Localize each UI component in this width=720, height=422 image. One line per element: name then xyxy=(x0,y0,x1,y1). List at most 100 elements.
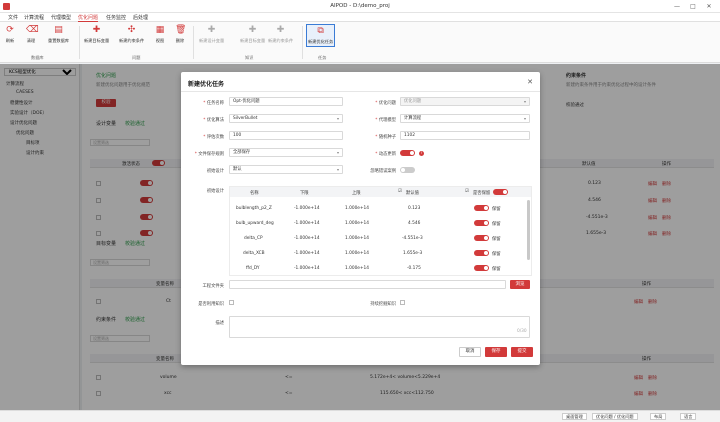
refresh-button[interactable]: ⟳ 刷新 xyxy=(5,25,15,44)
use-knowledge-checkbox[interactable] xyxy=(229,300,234,305)
save-rule-select[interactable]: 全部保存 ▾ xyxy=(229,148,343,157)
keep-label: 保留 xyxy=(492,237,501,242)
header-checkbox[interactable]: ☑ xyxy=(398,189,402,194)
param-name: bulb_upward_deg xyxy=(236,221,274,226)
view-button[interactable]: ▦ 视图 xyxy=(155,25,165,44)
save-button[interactable]: 保存 xyxy=(485,347,507,357)
task-name-input[interactable]: Opt-优化问题 xyxy=(229,97,343,106)
group-label-database: 数据库 xyxy=(31,55,44,60)
dialog-divider xyxy=(181,91,540,92)
ribbon-separator xyxy=(193,26,194,59)
keep-toggle[interactable] xyxy=(474,220,489,226)
new-constraint-button[interactable]: ✣ 新建约束条件 xyxy=(119,25,144,44)
plus-icon: ✚ xyxy=(92,25,101,35)
keep-toggle[interactable] xyxy=(474,235,489,241)
surrogate-label: * 代理模型 xyxy=(375,118,396,123)
col-name: 名称 xyxy=(250,191,259,196)
keep-label: 保留 xyxy=(492,222,501,227)
param-lower: -1.000e+14 xyxy=(294,221,320,226)
keep-all-toggle[interactable] xyxy=(493,189,508,195)
seed-label: * 随机种子 xyxy=(375,135,396,140)
param-name: ffd_DY xyxy=(246,266,260,271)
algo-select[interactable]: SilverBullet ▾ xyxy=(229,114,343,123)
menu-surrogate[interactable]: 代理模型 xyxy=(51,14,71,21)
param-name: delta_XCB xyxy=(243,251,265,256)
keep-label: 保留 xyxy=(492,267,501,272)
header-keep-checkbox[interactable]: ☑ xyxy=(465,189,469,194)
plus-icon: ✚ xyxy=(276,25,285,35)
new-opt-task-button[interactable]: ⧉ 新建优化任务 xyxy=(306,24,336,47)
ribbon-separator xyxy=(302,26,303,59)
init-design-table-label: 初始设计 xyxy=(206,189,224,194)
delete-button[interactable]: 🗑 删除 xyxy=(175,25,186,44)
plus-icon: ✚ xyxy=(207,25,216,35)
menu-workflow[interactable]: 计算流程 xyxy=(24,14,44,21)
table-scrollbar[interactable] xyxy=(527,200,530,260)
database-icon: ▤ xyxy=(54,25,63,35)
param-lower: -1.000e+14 xyxy=(294,236,320,241)
param-default: -4.551e-3 xyxy=(402,236,423,241)
minimize-icon[interactable]: — xyxy=(672,2,682,11)
new-objective-button[interactable]: ✚ 新建目标变量 xyxy=(84,25,109,44)
close-icon[interactable]: ✕ xyxy=(527,78,533,86)
workdir-input[interactable] xyxy=(229,280,506,289)
col-default: 默认值 xyxy=(406,191,419,196)
menu-optimization[interactable]: 优化问题 xyxy=(78,14,99,22)
description-textarea[interactable] xyxy=(229,316,530,338)
algo-label: * 优化算法 xyxy=(203,118,224,123)
cancel-button[interactable]: 取消 xyxy=(459,347,481,357)
keep-toggle[interactable] xyxy=(474,250,489,256)
surrogate-select[interactable]: 计算流程 ▾ xyxy=(400,114,530,123)
language-button[interactable]: 语言 xyxy=(680,413,697,420)
constraint-icon: ✣ xyxy=(127,25,136,35)
group-label-knowledge: 知识 xyxy=(245,55,254,60)
col-keep: 是否保留 xyxy=(473,191,491,196)
keep-toggle[interactable] xyxy=(474,265,489,271)
task-name-label: * 任务名称 xyxy=(203,101,224,106)
param-name: bulblength_p2_Z xyxy=(236,206,272,211)
reset-db-button[interactable]: ▤ 重置数据库 xyxy=(48,25,69,44)
submit-button[interactable]: 提交 xyxy=(511,347,533,357)
keep-label: 保留 xyxy=(492,252,501,257)
init-design-select[interactable]: 默认 ▾ xyxy=(229,165,343,174)
clean-button[interactable]: ⌫ 清理 xyxy=(26,25,39,44)
ignore-error-toggle[interactable] xyxy=(400,167,415,173)
problem-select[interactable]: 优化问题 ▾ xyxy=(400,97,530,106)
ignore-error-label: 忽略错误案例 xyxy=(370,169,396,174)
param-upper: 1.000e+14 xyxy=(345,266,370,271)
browse-button[interactable]: 浏览 xyxy=(510,280,530,289)
description-counter: 0/30 xyxy=(517,329,527,334)
maximize-icon[interactable]: □ xyxy=(688,2,698,11)
info-icon[interactable]: ! xyxy=(419,151,424,156)
desktop-manager-button[interactable]: 桌面管理 xyxy=(562,413,587,420)
keep-toggle[interactable] xyxy=(474,205,489,211)
description-label: 描述 xyxy=(215,321,224,326)
menu-file[interactable]: 文件 xyxy=(8,14,18,21)
dynamic-update-label: * 动态更新 xyxy=(375,152,396,157)
keep-label: 保留 xyxy=(492,207,501,212)
param-lower: -1.000e+14 xyxy=(294,251,320,256)
breadcrumb-button[interactable]: 优化问题 / 优化问题 xyxy=(592,413,638,420)
chevron-down-icon: ▾ xyxy=(336,167,339,172)
seed-input[interactable]: 1102 xyxy=(400,131,530,140)
new-constraint-cond-button[interactable]: ✚ 新建约束条件 xyxy=(268,25,293,44)
new-design-var-button[interactable]: ✚ 新建设计变量 xyxy=(199,25,224,44)
chevron-down-icon: ▾ xyxy=(523,116,526,121)
layout-button[interactable]: 布局 xyxy=(650,413,667,420)
menu-task-monitor[interactable]: 任务监控 xyxy=(106,14,126,21)
chevron-down-icon: ▾ xyxy=(336,150,339,155)
param-default: 0.123 xyxy=(408,206,421,211)
menu-postprocess[interactable]: 后处理 xyxy=(133,14,148,21)
evals-input[interactable]: 100 xyxy=(229,131,343,140)
problem-label: * 优化问题 xyxy=(375,101,396,106)
dynamic-update-toggle[interactable] xyxy=(400,150,415,156)
param-default: 4.546 xyxy=(408,221,421,226)
param-lower: -1.000e+14 xyxy=(294,206,320,211)
group-label-task: 任务 xyxy=(318,55,327,60)
new-target-var-button[interactable]: ✚ 新建目标变量 xyxy=(240,25,265,44)
evals-label: * 评估次数 xyxy=(203,135,224,140)
view-icon: ▦ xyxy=(155,25,165,35)
close-window-icon[interactable]: ✕ xyxy=(704,2,714,11)
persist-knowledge-checkbox[interactable] xyxy=(400,300,405,305)
param-upper: 1.000e+14 xyxy=(345,236,370,241)
